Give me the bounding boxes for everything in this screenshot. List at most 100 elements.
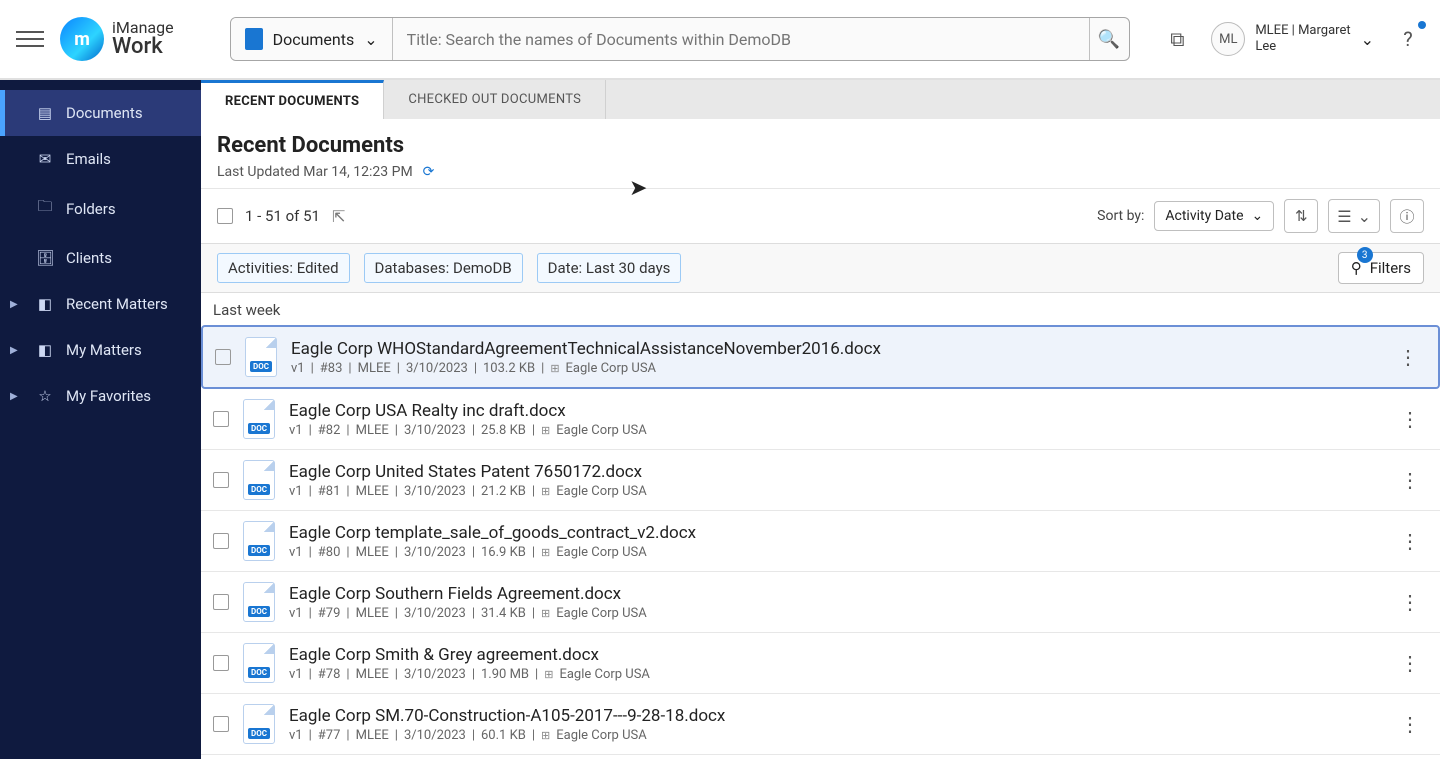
org-icon: ⊞ — [541, 485, 550, 498]
row-more-button[interactable]: ⋮ — [1392, 712, 1428, 736]
doc-icon: DOC — [245, 337, 277, 377]
sort-value: Activity Date — [1165, 208, 1243, 224]
sidebar-icon: ◧ — [36, 295, 54, 313]
select-all-checkbox[interactable] — [217, 208, 233, 224]
doc-size: 16.9 KB — [481, 545, 526, 560]
page-title: Recent Documents — [217, 133, 1424, 158]
doc-user: MLEE — [356, 423, 389, 438]
filter-chips-row: Activities: Edited Databases: DemoDB Date:… — [201, 243, 1440, 293]
row-body: Eagle Corp United States Patent 7650172.… — [289, 462, 1378, 499]
refresh-icon[interactable]: ⟳ — [423, 164, 435, 180]
sidebar-item-documents[interactable]: ▤Documents — [0, 90, 201, 136]
filter-chip[interactable]: Activities: Edited — [217, 253, 350, 283]
open-folder-icon[interactable]: ⇱ — [332, 207, 345, 226]
row-checkbox[interactable] — [215, 349, 231, 365]
doc-id: #77 — [318, 728, 341, 743]
doc-title: Eagle Corp Smith & Grey agreement.docx — [289, 645, 1378, 665]
doc-v: v1 — [289, 667, 303, 682]
document-row[interactable]: DOC Eagle Corp WHOStandardAgreementTechni… — [201, 325, 1440, 389]
sidebar-item-clients[interactable]: 🗄Clients — [0, 235, 201, 281]
filters-button[interactable]: ⚲ 3 Filters — [1338, 252, 1424, 284]
view-toggle[interactable]: ☰⌄ — [1328, 199, 1380, 233]
tab-bar: RECENT DOCUMENTSCHECKED OUT DOCUMENTS — [201, 80, 1440, 119]
doc-date: 3/10/2023 — [406, 361, 468, 376]
doc-date: 3/10/2023 — [404, 728, 466, 743]
row-more-button[interactable]: ⋮ — [1390, 345, 1426, 369]
doc-user: MLEE — [356, 484, 389, 499]
row-body: Eagle Corp WHOStandardAgreementTechnical… — [291, 339, 1376, 376]
package-icon[interactable]: ⧉ — [1161, 23, 1193, 55]
doc-org: Eagle Corp USA — [556, 545, 646, 560]
doc-size: 1.90 MB — [481, 667, 529, 682]
user-menu[interactable]: ML MLEE | Margaret Lee ⌄ — [1211, 22, 1374, 56]
search-icon: 🔍 — [1098, 29, 1120, 50]
doc-title: Eagle Corp USA Realty inc draft.docx — [289, 401, 1378, 421]
page-header: Recent Documents Last Updated Mar 14, 12… — [201, 119, 1440, 188]
document-row[interactable]: DOC Eagle Corp SM.70-Construction-A105-20… — [201, 694, 1440, 755]
row-body: Eagle Corp Southern Fields Agreement.doc… — [289, 584, 1378, 621]
org-icon: ⊞ — [550, 362, 559, 375]
filter-chip[interactable]: Databases: DemoDB — [364, 253, 523, 283]
info-button[interactable]: ⓘ — [1390, 199, 1424, 233]
doc-icon: DOC — [243, 704, 275, 744]
hamburger-menu[interactable] — [16, 25, 44, 53]
document-row[interactable]: DOC Eagle Corp Smith & Grey agreement.doc… — [201, 633, 1440, 694]
doc-org: Eagle Corp USA — [556, 484, 646, 499]
sort-dropdown[interactable]: Activity Date ⌄ — [1154, 201, 1274, 231]
row-checkbox[interactable] — [213, 716, 229, 732]
row-checkbox[interactable] — [213, 411, 229, 427]
row-checkbox[interactable] — [213, 533, 229, 549]
search-input[interactable] — [393, 18, 1089, 60]
doc-meta: v1|#79|MLEE|3/10/2023|31.4 KB|⊞Eagle Cor… — [289, 606, 1378, 621]
row-checkbox[interactable] — [213, 655, 229, 671]
doc-user: MLEE — [358, 361, 391, 376]
filter-chip[interactable]: Date: Last 30 days — [537, 253, 682, 283]
doc-icon: DOC — [243, 643, 275, 683]
doc-user: MLEE — [356, 667, 389, 682]
chevron-down-icon: ⌄ — [1358, 207, 1371, 226]
help-icon[interactable]: ? — [1392, 23, 1424, 55]
document-row[interactable]: DOCEagle Corp template_sale_of_goods_con… — [201, 511, 1440, 572]
user-text: MLEE | Margaret Lee — [1255, 23, 1350, 54]
row-body: Eagle Corp SM.70-Construction-A105-2017-… — [289, 706, 1378, 743]
top-bar: m iManage Work Documents ⌄ 🔍 ⧉ ML MLEE |… — [0, 0, 1440, 80]
sidebar-item-label: Documents — [66, 104, 143, 122]
sort-direction-button[interactable]: ⇅ — [1284, 199, 1318, 233]
sidebar-item-my-favorites[interactable]: ▶☆My Favorites — [0, 373, 201, 419]
doc-user: MLEE — [356, 545, 389, 560]
row-more-button[interactable]: ⋮ — [1392, 407, 1428, 431]
document-row[interactable]: DOCEagle Corp USA Realty inc draft.docxv… — [201, 389, 1440, 450]
document-row[interactable]: DOCEagle Corp United States Patent 76501… — [201, 450, 1440, 511]
doc-title: Eagle Corp WHOStandardAgreementTechnical… — [291, 339, 1376, 359]
sidebar-item-emails[interactable]: ✉Emails — [0, 136, 201, 182]
doc-org: Eagle Corp USA — [559, 667, 649, 682]
row-checkbox[interactable] — [213, 594, 229, 610]
doc-size: 60.1 KB — [481, 728, 526, 743]
sidebar-icon: ✉ — [36, 150, 54, 168]
search-scope-dropdown[interactable]: Documents ⌄ — [231, 18, 393, 60]
doc-date: 3/10/2023 — [404, 667, 466, 682]
org-icon: ⊞ — [541, 607, 550, 620]
doc-date: 3/10/2023 — [404, 423, 466, 438]
brand-logo[interactable]: m iManage Work — [60, 17, 174, 61]
doc-meta: v1|#78|MLEE|3/10/2023|1.90 MB|⊞Eagle Cor… — [289, 667, 1378, 682]
document-row[interactable]: DOCEagle Corp Southern Fields Agreement.… — [201, 572, 1440, 633]
tab-checked-out-documents[interactable]: CHECKED OUT DOCUMENTS — [384, 80, 606, 119]
doc-id: #82 — [318, 423, 341, 438]
chevron-right-icon: ▶ — [10, 345, 18, 356]
org-icon: ⊞ — [541, 546, 550, 559]
row-more-button[interactable]: ⋮ — [1392, 590, 1428, 614]
row-more-button[interactable]: ⋮ — [1392, 468, 1428, 492]
search-button[interactable]: 🔍 — [1089, 18, 1129, 60]
sidebar-item-label: My Favorites — [66, 387, 151, 405]
doc-date: 3/10/2023 — [404, 606, 466, 621]
tab-recent-documents[interactable]: RECENT DOCUMENTS — [201, 80, 384, 119]
doc-title: Eagle Corp template_sale_of_goods_contra… — [289, 523, 1378, 543]
sidebar-item-folders[interactable]: 🗀Folders — [0, 182, 201, 235]
sidebar-item-recent-matters[interactable]: ▶◧Recent Matters — [0, 281, 201, 327]
row-more-button[interactable]: ⋮ — [1392, 529, 1428, 553]
row-checkbox[interactable] — [213, 472, 229, 488]
sidebar-item-my-matters[interactable]: ▶◧My Matters — [0, 327, 201, 373]
doc-v: v1 — [289, 423, 303, 438]
row-more-button[interactable]: ⋮ — [1392, 651, 1428, 675]
